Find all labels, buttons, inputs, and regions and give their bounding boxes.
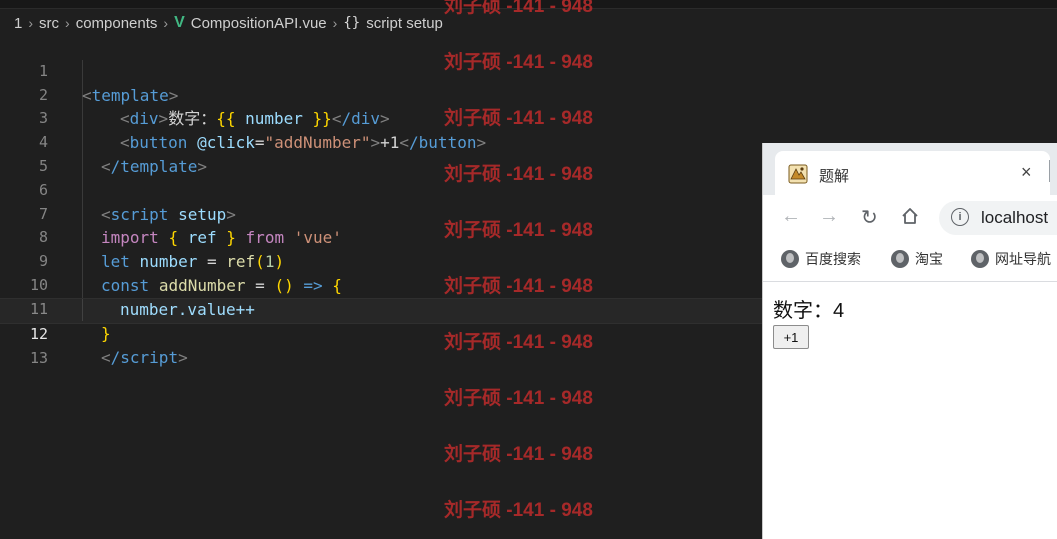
globe-icon — [781, 250, 799, 268]
number-display: 数字：4 — [773, 294, 1048, 323]
breadcrumb-item-symbol[interactable]: script setup — [366, 15, 443, 32]
bookmark-nav[interactable]: 网址导航 — [971, 249, 1051, 269]
watermark: 刘子硕 -141 - 948 — [444, 108, 593, 129]
watermark: 刘子硕 -141 - 948 — [444, 276, 593, 297]
bookmarks-bar: 百度搜索 淘宝 网址导航 — [763, 239, 1057, 282]
chevron-right-icon: › — [28, 15, 34, 31]
watermark: 刘子硕 -141 - 948 — [444, 52, 593, 73]
number-label: 数字： — [773, 300, 833, 322]
browser-tab-bar: 题解 × — [763, 143, 1057, 195]
watermark: 刘子硕 -141 - 948 — [444, 220, 593, 241]
watermark: 刘子硕 -141 - 948 — [444, 500, 593, 521]
page-content: 数字：4 +1 — [763, 282, 1057, 361]
back-arrow-icon[interactable]: ← — [781, 205, 801, 228]
bookmark-taobao[interactable]: 淘宝 — [891, 249, 943, 269]
code-text: </script> — [101, 348, 188, 368]
browser-toolbar: ← → ↻ i localhost — [763, 195, 1057, 239]
breadcrumb-item-src[interactable]: src — [39, 15, 59, 32]
page-favicon-icon — [788, 164, 808, 184]
vue-file-icon: V — [174, 14, 185, 31]
braces-icon: {} — [343, 15, 361, 31]
watermark: 刘子硕 -141 - 948 — [444, 444, 593, 465]
info-icon[interactable]: i — [951, 208, 969, 226]
number-value: 4 — [833, 300, 845, 322]
bookmark-baidu[interactable]: 百度搜索 — [781, 249, 861, 269]
browser-window: 题解 × ← → ↻ i localhost 百度搜索 淘宝 网址导航 数字：4… — [762, 143, 1057, 539]
breadcrumb-item-line[interactable]: 1 — [14, 15, 22, 32]
url-text: localhost — [981, 208, 1049, 227]
watermark: 刘子硕 -141 - 948 — [444, 164, 593, 185]
globe-icon — [891, 250, 909, 268]
bookmark-label: 淘宝 — [915, 251, 943, 267]
watermark: 刘子硕 -141 - 948 — [444, 332, 593, 353]
address-bar[interactable]: i localhost — [939, 201, 1057, 235]
increment-button[interactable]: +1 — [773, 325, 809, 349]
line-number: 13 — [29, 349, 48, 368]
tab-divider — [1049, 160, 1050, 182]
chevron-right-icon: › — [65, 15, 70, 31]
breadcrumb-item-components[interactable]: components — [76, 15, 158, 32]
watermark: 刘子硕 -141 - 948 — [444, 0, 593, 17]
tab-title: 题解 — [819, 168, 850, 185]
watermark: 刘子硕 -141 - 948 — [444, 388, 593, 409]
chevron-right-icon: › — [163, 15, 169, 31]
home-icon[interactable] — [901, 207, 919, 225]
bookmark-label: 百度搜索 — [805, 251, 861, 267]
reload-icon[interactable]: ↻ — [861, 205, 878, 230]
close-icon[interactable]: × — [1021, 162, 1032, 183]
breadcrumb-item-file[interactable]: CompositionAPI.vue — [191, 15, 327, 32]
browser-tab[interactable]: 题解 × — [775, 151, 1050, 195]
chevron-right-icon: › — [332, 15, 338, 31]
forward-arrow-icon[interactable]: → — [819, 205, 839, 228]
breadcrumb: 1 › src › components › V CompositionAPI.… — [14, 12, 443, 34]
globe-icon — [971, 250, 989, 268]
bookmark-label: 网址导航 — [995, 251, 1051, 267]
